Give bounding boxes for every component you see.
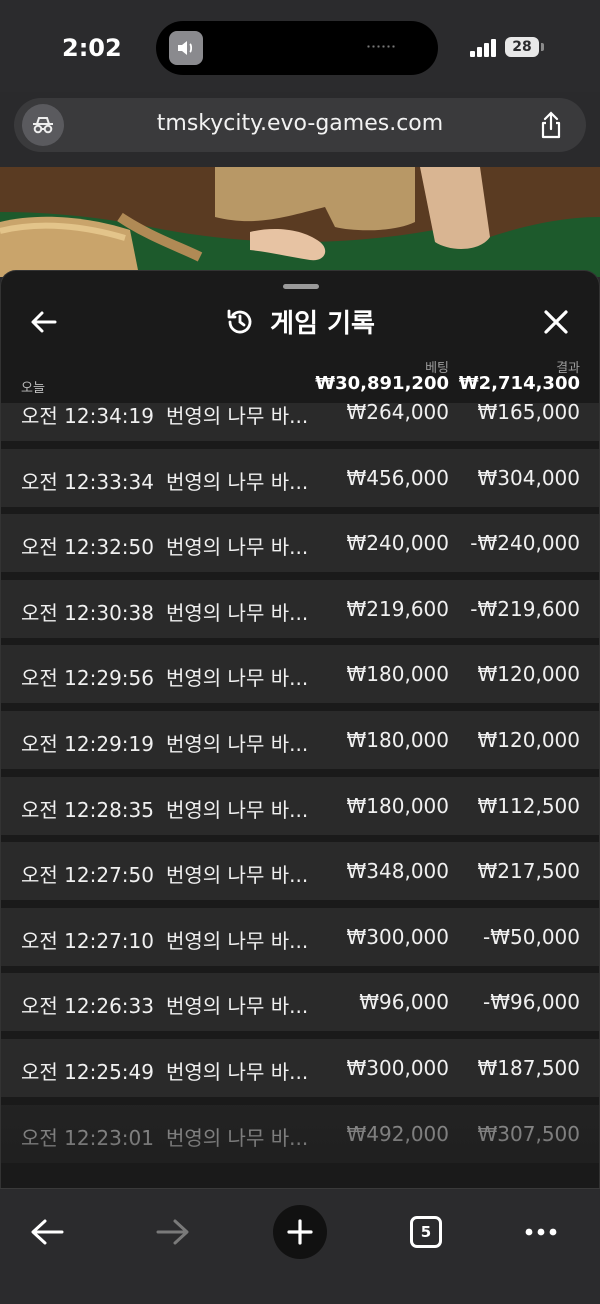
panel-title: 게임 기록	[270, 309, 375, 339]
row-result: ₩112,500	[477, 793, 580, 818]
row-time: 오전 12:32:50	[21, 535, 154, 560]
row-bet: ₩180,000	[346, 793, 449, 818]
row-bet: ₩456,000	[346, 465, 449, 490]
row-result: ₩307,500	[477, 1121, 580, 1146]
history-row[interactable]: 오전 12:34:19 번영의 나무 바... ₩264,000 ₩165,000	[1, 403, 599, 441]
game-history-panel: 게임 기록 오늘 베팅 결과 ₩30,891,200 ₩2,714,300 오전…	[0, 270, 600, 1188]
bet-total: ₩30,891,200	[315, 373, 449, 394]
row-bet: ₩240,000	[346, 531, 449, 556]
status-bar: 2:02 28	[0, 0, 600, 92]
history-row[interactable]: 오전 12:27:50 번영의 나무 바... ₩348,000 ₩217,500	[1, 842, 599, 901]
row-time: 오전 12:26:33	[21, 994, 154, 1019]
row-game: 번영의 나무 바...	[166, 600, 309, 625]
row-game: 번영의 나무 바...	[166, 863, 309, 888]
history-row[interactable]: 오전 12:28:35 번영의 나무 바... ₩180,000 ₩112,500	[1, 776, 599, 835]
signal-icon	[470, 37, 500, 57]
row-bet: ₩219,600	[346, 596, 449, 621]
history-row[interactable]: 오전 12:32:50 번영의 나무 바... ₩240,000 -₩240,000	[1, 514, 599, 573]
row-bet: ₩492,000	[346, 1121, 449, 1146]
result-total: ₩2,714,300	[458, 373, 580, 394]
row-time: 오전 12:27:10	[21, 928, 154, 953]
row-result: ₩187,500	[477, 1055, 580, 1080]
row-time: 오전 12:23:01	[21, 1125, 154, 1150]
history-row[interactable]: 오전 12:29:19 번영의 나무 바... ₩180,000 ₩120,000	[1, 710, 599, 769]
history-row[interactable]: 오전 12:27:10 번영의 나무 바... ₩300,000 -₩50,000	[1, 907, 599, 966]
row-game: 번영의 나무 바...	[166, 1125, 309, 1150]
history-row[interactable]: 오전 12:29:56 번영의 나무 바... ₩180,000 ₩120,000	[1, 645, 599, 704]
row-bet: ₩96,000	[359, 990, 449, 1015]
row-game: 번영의 나무 바...	[166, 797, 309, 822]
address-bar[interactable]: tmskycity.evo-games.com	[14, 98, 586, 152]
history-row[interactable]: 오전 12:25:49 번영의 나무 바... ₩300,000 ₩187,500	[1, 1038, 599, 1097]
row-bet: ₩264,000	[346, 403, 449, 424]
browser-toolbar: 5	[0, 1188, 600, 1304]
history-row[interactable]: 오전 12:23:01 번영의 나무 바... ₩492,000 ₩307,500	[1, 1104, 599, 1163]
row-result: ₩217,500	[477, 859, 580, 884]
game-video	[0, 167, 600, 277]
row-time: 오전 12:29:19	[21, 731, 154, 756]
row-bet: ₩180,000	[346, 662, 449, 687]
row-result: -₩219,600	[470, 596, 580, 621]
row-time: 오전 12:25:49	[21, 1059, 154, 1084]
row-result: ₩120,000	[477, 727, 580, 752]
status-time: 2:02	[62, 34, 122, 62]
row-game: 번영의 나무 바...	[166, 1059, 309, 1084]
browser-forward-button[interactable]	[146, 1205, 200, 1259]
history-row[interactable]: 오전 12:26:33 번영의 나무 바... ₩96,000 -₩96,000	[1, 973, 599, 1032]
row-bet: ₩300,000	[346, 924, 449, 949]
row-game: 번영의 나무 바...	[166, 535, 309, 560]
row-bet: ₩180,000	[346, 727, 449, 752]
row-game: 번영의 나무 바...	[166, 994, 309, 1019]
totals-summary: 오늘 베팅 결과 ₩30,891,200 ₩2,714,300	[1, 357, 599, 401]
row-game: 번영의 나무 바...	[166, 666, 309, 691]
more-menu-icon[interactable]	[514, 1205, 568, 1259]
row-result: ₩304,000	[477, 465, 580, 490]
tabs-button[interactable]: 5	[399, 1205, 453, 1259]
history-row[interactable]: 오전 12:30:38 번영의 나무 바... ₩219,600 -₩219,600	[1, 579, 599, 638]
row-bet: ₩300,000	[346, 1055, 449, 1080]
panel-header: 게임 기록	[1, 303, 599, 340]
island-dots	[366, 45, 396, 48]
row-game: 번영의 나무 바...	[166, 928, 309, 953]
history-row[interactable]: 오전 12:33:34 번영의 나무 바... ₩456,000 ₩304,000	[1, 448, 599, 507]
history-list[interactable]: 오전 12:34:19 번영의 나무 바... ₩264,000 ₩165,000 오전…	[1, 403, 599, 1188]
row-result: ₩120,000	[477, 662, 580, 687]
battery-icon: 28	[505, 37, 544, 57]
history-icon	[225, 307, 255, 337]
row-result: -₩96,000	[483, 990, 580, 1015]
drag-handle[interactable]	[283, 284, 319, 289]
row-result: -₩50,000	[483, 924, 580, 949]
speaker-icon	[169, 31, 203, 65]
row-time: 오전 12:27:50	[21, 863, 154, 888]
row-time: 오전 12:34:19	[21, 404, 154, 428]
row-game: 번영의 나무 바...	[166, 404, 309, 428]
row-time: 오전 12:28:35	[21, 797, 154, 822]
browser-back-button[interactable]	[20, 1205, 74, 1259]
row-bet: ₩348,000	[346, 859, 449, 884]
share-icon[interactable]	[536, 110, 566, 140]
tab-count: 5	[410, 1216, 442, 1248]
url-text[interactable]: tmskycity.evo-games.com	[14, 111, 586, 136]
dynamic-island	[156, 21, 438, 75]
row-time: 오전 12:30:38	[21, 600, 154, 625]
row-result: ₩165,000	[477, 403, 580, 424]
date-group-label: 오늘	[21, 381, 45, 396]
history-rows: 오전 12:34:19 번영의 나무 바... ₩264,000 ₩165,000 오전…	[1, 403, 599, 1170]
row-game: 번영의 나무 바...	[166, 469, 309, 494]
row-time: 오전 12:33:34	[21, 469, 154, 494]
row-game: 번영의 나무 바...	[166, 731, 309, 756]
new-tab-button[interactable]	[273, 1205, 327, 1259]
close-icon[interactable]	[541, 307, 571, 337]
row-time: 오전 12:29:56	[21, 666, 154, 691]
row-result: -₩240,000	[470, 531, 580, 556]
